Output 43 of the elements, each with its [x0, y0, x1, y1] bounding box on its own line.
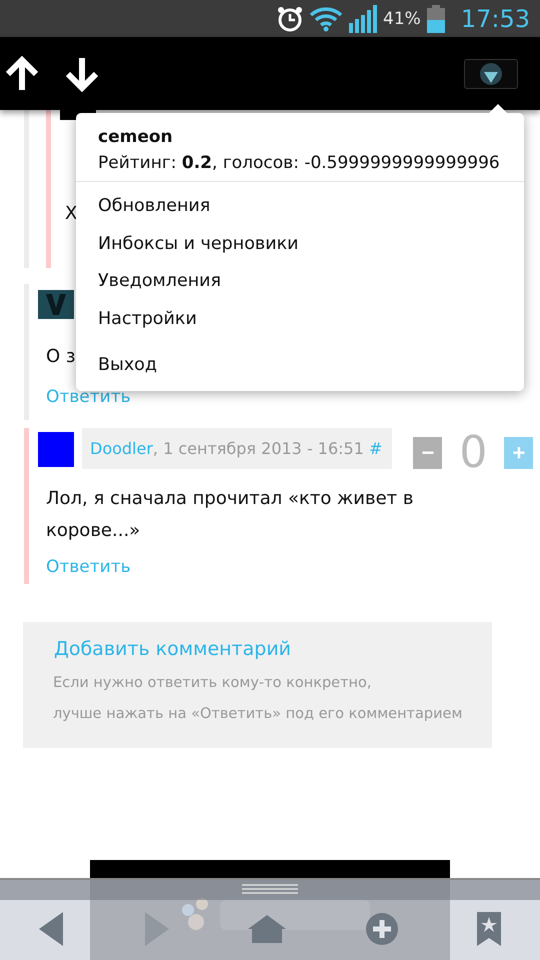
home-button[interactable]: [247, 914, 287, 944]
alarm-icon: [277, 6, 304, 32]
user-name: cemeon: [98, 127, 174, 147]
arrow-down-icon: [64, 56, 100, 92]
user-rating: Рейтинг: 0.2, голосов: -0.5999999999999996: [98, 153, 501, 173]
score: 0: [458, 432, 488, 473]
permalink[interactable]: #: [369, 439, 382, 458]
menu-item[interactable]: Настройки: [76, 300, 524, 338]
reply-link[interactable]: Ответить: [46, 557, 131, 577]
vote-down-button[interactable]: −: [413, 436, 442, 468]
grip-icon: [242, 884, 298, 896]
forward-icon: [143, 912, 169, 946]
comment-text: О з: [46, 345, 76, 369]
bookmark-icon: [477, 912, 501, 946]
scroll-down-button[interactable]: [64, 56, 100, 92]
comment-text: Х: [65, 202, 78, 226]
hint-text: Если нужно ответить кому-то конкретно,: [53, 674, 372, 693]
reply-link[interactable]: Ответить: [46, 387, 131, 407]
back-icon: [39, 912, 65, 946]
add-icon: [365, 912, 399, 946]
signal-icon: [349, 4, 378, 32]
wifi-icon: [309, 6, 344, 32]
home-icon: [247, 914, 287, 944]
back-button[interactable]: [39, 912, 65, 946]
bookmarks-button[interactable]: [477, 912, 501, 946]
hint-text: лучше нажать на «Ответить» под его комментарием: [53, 705, 464, 724]
menu-item[interactable]: Уведомления: [76, 263, 524, 300]
battery-percent: 41%: [383, 8, 421, 28]
comment-text: Лол, я сначала прочитал «кто живет в корове...»: [46, 487, 414, 543]
battery-icon: [426, 4, 445, 32]
scroll-up-button[interactable]: [4, 56, 40, 92]
menu-item[interactable]: Обновления: [76, 188, 524, 226]
avatar-icon: [479, 62, 503, 86]
comment-meta: Doodler, 1 сентября 2013 - 16:51 #: [82, 428, 392, 469]
menu-item[interactable]: Инбоксы и черновики: [76, 226, 524, 263]
arrow-up-icon: [4, 56, 40, 92]
author-link[interactable]: Doodler: [90, 439, 153, 458]
vote-up-button[interactable]: +: [504, 436, 534, 468]
profile-button[interactable]: [464, 58, 518, 88]
add-button[interactable]: [365, 912, 399, 946]
menu-item[interactable]: Выход: [76, 338, 524, 384]
clock: 17:53: [460, 4, 530, 32]
add-comment-link[interactable]: Добавить комментарий: [54, 638, 472, 660]
